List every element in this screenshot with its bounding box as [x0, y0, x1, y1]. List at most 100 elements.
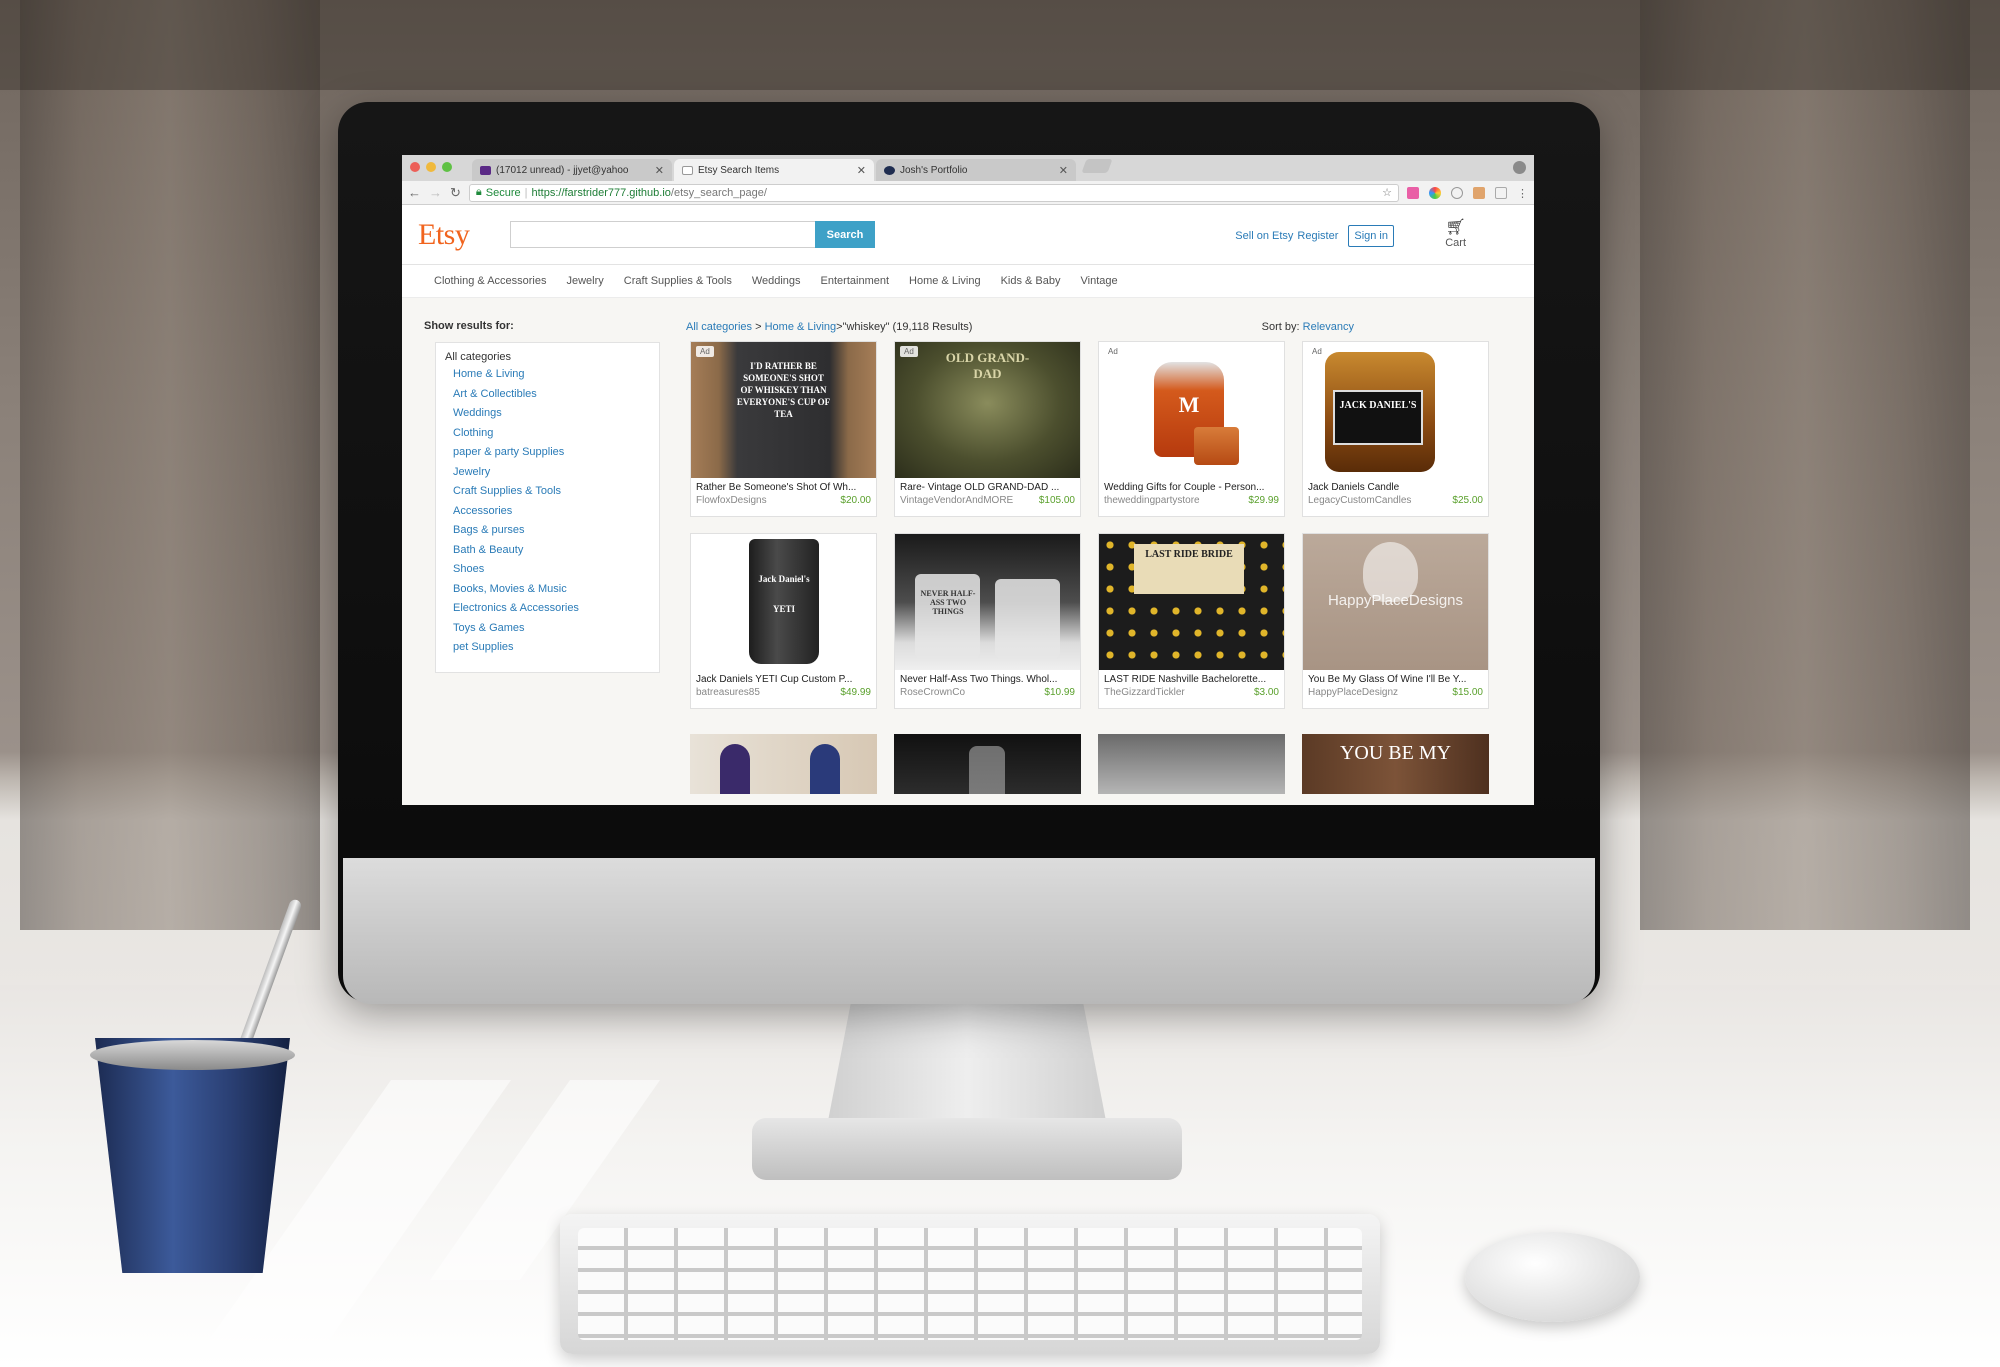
sidebar-item[interactable]: paper & party Supplies	[453, 443, 650, 463]
shop-name[interactable]: LegacyCustomCandles	[1308, 495, 1452, 506]
cup	[95, 1038, 290, 1273]
listing-thumbnail[interactable]: LAST RIDE BRIDE	[1099, 534, 1284, 670]
screen: (17012 unread) - jjyet@yahoo ✕ Etsy Sear…	[402, 155, 1534, 805]
search-button[interactable]: Search	[815, 221, 875, 248]
shop-name[interactable]: TheGizzardTickler	[1104, 687, 1254, 698]
register-link[interactable]: Register	[1297, 230, 1338, 242]
sell-on-etsy-link[interactable]: Sell on Etsy	[1235, 230, 1293, 242]
category-craft-supplies[interactable]: Craft Supplies & Tools	[624, 275, 732, 287]
shop-name[interactable]: FlowfoxDesigns	[696, 495, 840, 506]
listing-thumbnail[interactable]: JACK DANIEL'S Ad	[1303, 342, 1488, 478]
listing-title[interactable]: You Be My Glass Of Wine I'll Be Y...	[1303, 670, 1488, 685]
sidebar-item[interactable]: Art & Collectibles	[453, 385, 650, 405]
etsy-logo[interactable]: Etsy	[418, 218, 510, 252]
listing-card[interactable]	[1098, 734, 1285, 794]
listing-title[interactable]: Jack Daniels Candle	[1303, 478, 1488, 493]
sidebar-item[interactable]: Bath & Beauty	[453, 541, 650, 561]
bookmark-star-icon[interactable]: ☆	[1382, 186, 1392, 199]
listing-card[interactable]: LAST RIDE BRIDE LAST RIDE Nashville Bach…	[1098, 533, 1285, 709]
sidebar-item[interactable]: pet Supplies	[453, 638, 650, 658]
sidebar-item[interactable]: Accessories	[453, 502, 650, 522]
category-nav: Clothing & Accessories Jewelry Craft Sup…	[402, 265, 1534, 298]
sidebar-item[interactable]: Home & Living	[453, 365, 650, 385]
category-jewelry[interactable]: Jewelry	[567, 275, 604, 287]
shop-name[interactable]: batreasures85	[696, 687, 840, 698]
sidebar-item-all-categories[interactable]: All categories	[445, 351, 650, 363]
shop-name[interactable]: VintageVendorAndMORE	[900, 495, 1039, 506]
sidebar-item[interactable]: Books, Movies & Music	[453, 580, 650, 600]
close-tab-icon[interactable]: ✕	[655, 164, 664, 177]
mail-icon	[480, 165, 491, 175]
listing-title[interactable]: Rare- Vintage OLD GRAND-DAD ...	[895, 478, 1080, 493]
sidebar-item[interactable]: Bags & purses	[453, 521, 650, 541]
sign-in-button[interactable]: Sign in	[1348, 225, 1394, 247]
shop-name[interactable]: RoseCrownCo	[900, 687, 1044, 698]
close-tab-icon[interactable]: ✕	[1059, 164, 1068, 177]
reload-icon[interactable]: ↻	[450, 185, 461, 201]
extension-icon[interactable]	[1451, 186, 1463, 199]
sidebar-item[interactable]: Electronics & Accessories	[453, 599, 650, 619]
listing-card[interactable]: I'D RATHER BE SOMEONE'S SHOT OF WHISKEY …	[690, 341, 877, 517]
back-arrow-icon[interactable]: ←	[408, 185, 421, 200]
listing-title[interactable]: Rather Be Someone's Shot Of Wh...	[691, 478, 876, 493]
category-entertainment[interactable]: Entertainment	[821, 275, 889, 287]
extension-icon[interactable]	[1407, 186, 1419, 199]
cart-button[interactable]: 🛒︎ Cart	[1445, 217, 1466, 249]
menu-dots-icon[interactable]: ⋮	[1517, 187, 1528, 200]
listing-card[interactable]: JACK DANIEL'S Ad Jack Daniels Candle Leg…	[1302, 341, 1489, 517]
sort-dropdown[interactable]: Relevancy	[1303, 321, 1354, 333]
browser-tab-portfolio[interactable]: Josh's Portfolio ✕	[876, 159, 1076, 181]
shop-name[interactable]: theweddingpartystore	[1104, 495, 1248, 506]
profile-icon[interactable]	[1513, 161, 1526, 174]
sidebar-item[interactable]: Shoes	[453, 560, 650, 580]
new-tab-button[interactable]	[1081, 159, 1113, 173]
listing-title[interactable]: Wedding Gifts for Couple - Person...	[1099, 478, 1284, 493]
listing-thumbnail[interactable]: Jack Daniel's YETI	[691, 534, 876, 670]
listing-card[interactable]: Jack Daniel's YETI Jack Daniels YETI Cup…	[690, 533, 877, 709]
listing-title[interactable]: LAST RIDE Nashville Bachelorette...	[1099, 670, 1284, 685]
sidebar-item[interactable]: Craft Supplies & Tools	[453, 482, 650, 502]
sidebar-item[interactable]: Weddings	[453, 404, 650, 424]
sidebar-item[interactable]: Clothing	[453, 424, 650, 444]
breadcrumb-all-categories[interactable]: All categories	[686, 321, 752, 333]
listing-card[interactable]: HappyPlaceDesigns You Be My Glass Of Win…	[1302, 533, 1489, 709]
listing-card[interactable]: M Ad Wedding Gifts for Couple - Person..…	[1098, 341, 1285, 517]
extension-icon[interactable]	[1495, 186, 1507, 199]
listing-card[interactable]	[894, 734, 1081, 794]
browser-tab-etsy[interactable]: Etsy Search Items ✕	[674, 159, 874, 181]
lock-icon: 🔒︎	[475, 186, 482, 198]
sidebar-item[interactable]: Jewelry	[453, 463, 650, 483]
monitor-foot	[752, 1118, 1182, 1180]
minimize-window-icon[interactable]	[426, 162, 436, 172]
browser-tab-mail[interactable]: (17012 unread) - jjyet@yahoo ✕	[472, 159, 672, 181]
shop-name[interactable]: HappyPlaceDesignz	[1308, 687, 1452, 698]
category-weddings[interactable]: Weddings	[752, 275, 801, 287]
category-clothing-accessories[interactable]: Clothing & Accessories	[434, 275, 547, 287]
maximize-window-icon[interactable]	[442, 162, 452, 172]
listing-card[interactable]	[690, 734, 877, 794]
category-home-living[interactable]: Home & Living	[909, 275, 981, 287]
secure-label: Secure	[485, 186, 521, 199]
url-field[interactable]: 🔒︎ Secure | https://farstrider777.github…	[468, 183, 1399, 202]
listing-card[interactable]: NEVER HALF-ASS TWO THINGS Never Half-Ass…	[894, 533, 1081, 709]
close-tab-icon[interactable]: ✕	[857, 164, 866, 177]
listing-card[interactable]: YOU BE MY	[1302, 734, 1489, 794]
listing-thumbnail[interactable]: HappyPlaceDesigns	[1303, 534, 1488, 670]
close-window-icon[interactable]	[410, 162, 420, 172]
extension-icon[interactable]	[1473, 186, 1485, 199]
listing-title[interactable]: Jack Daniels YETI Cup Custom P...	[691, 670, 876, 685]
listing-card[interactable]: OLD GRAND-DAD Ad Rare- Vintage OLD GRAND…	[894, 341, 1081, 517]
listing-thumbnail[interactable]: M Ad	[1099, 342, 1284, 478]
breadcrumb-home-living[interactable]: Home & Living	[765, 321, 837, 333]
address-bar-row: ← → ↻ 🔒︎ Secure | https://farstrider777.…	[402, 181, 1534, 205]
sidebar-item[interactable]: Toys & Games	[453, 619, 650, 639]
extension-icon[interactable]	[1429, 186, 1441, 199]
category-kids-baby[interactable]: Kids & Baby	[1001, 275, 1061, 287]
search-input[interactable]	[510, 221, 815, 248]
listing-thumbnail[interactable]: OLD GRAND-DAD Ad	[895, 342, 1080, 478]
listing-thumbnail[interactable]: I'D RATHER BE SOMEONE'S SHOT OF WHISKEY …	[691, 342, 876, 478]
forward-arrow-icon[interactable]: →	[429, 185, 442, 200]
category-vintage[interactable]: Vintage	[1081, 275, 1118, 287]
listing-title[interactable]: Never Half-Ass Two Things. Whol...	[895, 670, 1080, 685]
listing-thumbnail[interactable]: NEVER HALF-ASS TWO THINGS	[895, 534, 1080, 670]
